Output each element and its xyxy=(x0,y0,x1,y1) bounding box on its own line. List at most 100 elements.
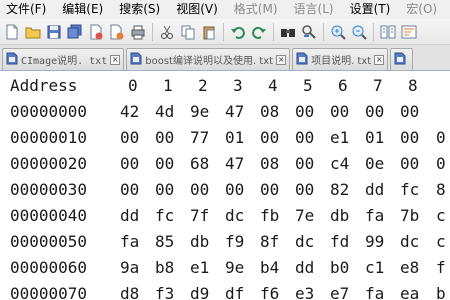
hex-byte-cell[interactable]: db xyxy=(190,229,209,255)
sync-icon[interactable] xyxy=(379,23,397,41)
hex-byte-cell[interactable]: 00 xyxy=(155,151,174,177)
hex-byte-cell[interactable]: 01 xyxy=(225,125,244,151)
hex-byte-cell[interactable]: 00 xyxy=(190,177,209,203)
find-icon[interactable] xyxy=(279,23,297,41)
close-tab-icon[interactable]: × xyxy=(276,54,287,65)
hex-byte-cell-partial[interactable]: 8 xyxy=(436,177,446,203)
redo-icon[interactable] xyxy=(250,23,268,41)
hex-byte-cell[interactable]: 00 xyxy=(365,99,384,125)
hex-byte-cell[interactable]: 00 xyxy=(400,151,419,177)
undo-icon[interactable] xyxy=(229,23,247,41)
hex-byte-cell[interactable]: c4 xyxy=(330,151,349,177)
hex-byte-cell-partial[interactable]: 0 xyxy=(436,151,446,177)
hex-byte-cell[interactable]: df xyxy=(225,281,244,300)
hex-byte-cell[interactable]: dc xyxy=(400,229,419,255)
menu-item-7[interactable]: 宏(O) xyxy=(400,0,437,19)
hex-byte-cell[interactable]: fa xyxy=(120,229,139,255)
hex-byte-cell[interactable]: 7f xyxy=(190,203,209,229)
hex-byte-cell[interactable]: 00 xyxy=(155,125,174,151)
menu-item-5[interactable]: 语言(L) xyxy=(288,0,334,19)
hex-byte-cell[interactable]: f9 xyxy=(225,229,244,255)
hex-byte-cell[interactable]: b4 xyxy=(260,255,279,281)
copy-icon[interactable] xyxy=(179,23,197,41)
hex-byte-cell[interactable]: dc xyxy=(295,229,314,255)
hex-byte-cell[interactable]: 01 xyxy=(365,125,384,151)
hex-editor-view[interactable]: Address 0 1 2 3 4 5 6 7 8 00000000 42 4d 9e 47 08 00 00 00… xyxy=(0,71,450,300)
hex-byte-cell[interactable]: 00 xyxy=(120,177,139,203)
open-file-icon[interactable] xyxy=(24,23,42,41)
cut-icon[interactable] xyxy=(158,23,176,41)
hex-byte-cell[interactable]: b0 xyxy=(330,255,349,281)
hex-byte-cell[interactable]: 4d xyxy=(155,99,174,125)
paste-icon[interactable] xyxy=(200,23,218,41)
hex-byte-cell[interactable]: 00 xyxy=(400,99,419,125)
hex-byte-cell[interactable]: d8 xyxy=(120,281,139,300)
hex-byte-cell-partial[interactable]: 0 xyxy=(436,125,446,151)
hex-byte-cell[interactable]: fc xyxy=(155,203,174,229)
tab-2[interactable]: 项目说明. txt × xyxy=(292,48,389,70)
hex-byte-cell-partial[interactable]: f xyxy=(436,255,446,281)
replace-icon[interactable] xyxy=(300,23,318,41)
hex-byte-cell[interactable]: 00 xyxy=(295,125,314,151)
hex-byte-cell[interactable]: f6 xyxy=(260,281,279,300)
save-icon[interactable] xyxy=(45,23,63,41)
hex-byte-cell[interactable]: 00 xyxy=(400,125,419,151)
menu-item-3[interactable]: 视图(V) xyxy=(170,0,218,19)
hex-byte-cell[interactable]: 00 xyxy=(120,151,139,177)
hex-byte-cell[interactable]: 42 xyxy=(120,99,139,125)
hex-byte-cell[interactable]: 00 xyxy=(260,177,279,203)
hex-byte-cell-partial[interactable]: b xyxy=(436,281,446,300)
hex-byte-cell[interactable]: 47 xyxy=(225,99,244,125)
hex-byte-cell[interactable]: 08 xyxy=(260,99,279,125)
hex-byte-cell[interactable]: dc xyxy=(225,203,244,229)
hex-byte-cell-partial[interactable]: c xyxy=(436,229,446,255)
hex-byte-cell[interactable]: 7b xyxy=(400,203,419,229)
hex-byte-cell[interactable]: db xyxy=(330,203,349,229)
hex-byte-cell[interactable]: 68 xyxy=(190,151,209,177)
zoom-out-icon[interactable] xyxy=(350,23,368,41)
close-icon[interactable] xyxy=(87,23,105,41)
hex-byte-cell[interactable]: e8 xyxy=(400,255,419,281)
close-all-icon[interactable] xyxy=(108,23,126,41)
hex-byte-cell[interactable]: 08 xyxy=(260,151,279,177)
menu-item-1[interactable]: 编辑(E) xyxy=(56,0,103,19)
close-tab-icon[interactable]: × xyxy=(110,54,121,65)
hex-byte-cell[interactable]: c1 xyxy=(365,255,384,281)
hex-byte-cell[interactable]: 00 xyxy=(120,125,139,151)
hex-byte-cell[interactable]: e7 xyxy=(330,281,349,300)
hex-byte-cell[interactable]: e1 xyxy=(330,125,349,151)
tab-1[interactable]: boost编译说明以及使用. txt × xyxy=(126,48,291,70)
hex-byte-cell[interactable]: ea xyxy=(400,281,419,300)
hex-byte-cell[interactable]: 00 xyxy=(295,177,314,203)
hex-byte-cell[interactable]: dd xyxy=(295,255,314,281)
hex-byte-cell[interactable]: 00 xyxy=(295,151,314,177)
menu-item-0[interactable]: 文件(F) xyxy=(0,0,46,19)
hex-byte-cell[interactable]: 00 xyxy=(225,177,244,203)
hex-byte-cell[interactable]: 9e xyxy=(190,99,209,125)
hex-byte-cell[interactable]: fc xyxy=(400,177,419,203)
zoom-in-icon[interactable] xyxy=(329,23,347,41)
hex-byte-cell[interactable]: 0e xyxy=(365,151,384,177)
print-icon[interactable] xyxy=(129,23,147,41)
hex-byte-cell[interactable]: fa xyxy=(365,203,384,229)
hex-byte-cell[interactable]: 00 xyxy=(330,99,349,125)
hex-byte-cell[interactable]: 82 xyxy=(330,177,349,203)
hex-byte-cell[interactable]: 7e xyxy=(295,203,314,229)
hex-byte-cell[interactable]: dd xyxy=(365,177,384,203)
hex-byte-cell[interactable]: f3 xyxy=(155,281,174,300)
tab-3[interactable] xyxy=(390,48,414,70)
hex-byte-cell[interactable]: b8 xyxy=(155,255,174,281)
save-all-icon[interactable] xyxy=(66,23,84,41)
hex-byte-cell[interactable]: e1 xyxy=(190,255,209,281)
hex-byte-cell[interactable]: fb xyxy=(260,203,279,229)
hex-byte-cell[interactable]: d9 xyxy=(190,281,209,300)
hex-byte-cell[interactable]: 77 xyxy=(190,125,209,151)
hex-byte-cell[interactable]: 00 xyxy=(260,125,279,151)
menu-item-6[interactable]: 设置(T) xyxy=(344,0,391,19)
hex-byte-cell-partial[interactable]: c xyxy=(436,203,446,229)
hex-byte-cell[interactable]: fd xyxy=(330,229,349,255)
hex-byte-cell[interactable]: fa xyxy=(365,281,384,300)
hex-byte-cell[interactable]: 00 xyxy=(155,177,174,203)
close-tab-icon[interactable]: × xyxy=(374,54,385,65)
menu-item-4[interactable]: 格式(M) xyxy=(228,0,278,19)
